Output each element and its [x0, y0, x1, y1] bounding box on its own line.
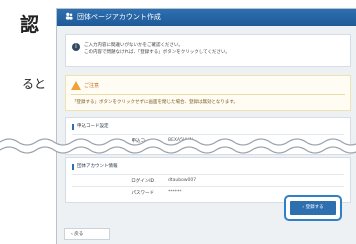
group-users-icon [65, 12, 73, 20]
info-panel: i ご入力内容に間違いがないかをご確認ください。 この内容で問題なければ、「登録… [65, 34, 351, 67]
divider [72, 174, 344, 175]
doc-heading-fragment: 認 [20, 14, 40, 36]
page-break-wave [0, 138, 356, 154]
back-button[interactable]: ‹ 戻る [64, 228, 110, 240]
warning-message: 「登録する」ボタンをクリックせずに画面を閉じた場合、登録は無効となります。 [72, 100, 238, 105]
doc-text-fragment: ると [22, 77, 47, 91]
register-button-highlight: › 登録する [284, 195, 342, 221]
warning-title: ご注意 [84, 83, 100, 89]
warning-panel: ご注意 「登録する」ボタンをクリックせずに画面を閉じた場合、登録は無効となります… [65, 75, 351, 111]
section-title-code: 申込コード設定 [72, 124, 109, 130]
register-label: 登録する [305, 205, 324, 210]
window-titlebar: 団体ページアカウント作成 [57, 9, 356, 26]
info-line-2: この内容で問題なければ、「登録する」ボタンをクリックしてください。 [84, 50, 230, 55]
info-line-1: ご入力内容に間違いがないかをご確認ください。 [84, 43, 183, 48]
login-id-label: ログインID [131, 179, 154, 184]
password-value: ****** [168, 190, 182, 195]
register-button[interactable]: › 登録する [290, 201, 336, 215]
password-label: パスワード [131, 191, 155, 196]
section-title-account: 団体アカウント情報 [72, 164, 118, 170]
login-id-value: dtaubow007 [168, 178, 197, 183]
window-title: 団体ページアカウント作成 [77, 13, 161, 21]
divider [72, 186, 344, 187]
back-label: 戻る [74, 232, 84, 237]
warning-divider [71, 94, 345, 95]
warning-icon [71, 81, 81, 90]
info-icon: i [72, 43, 80, 51]
